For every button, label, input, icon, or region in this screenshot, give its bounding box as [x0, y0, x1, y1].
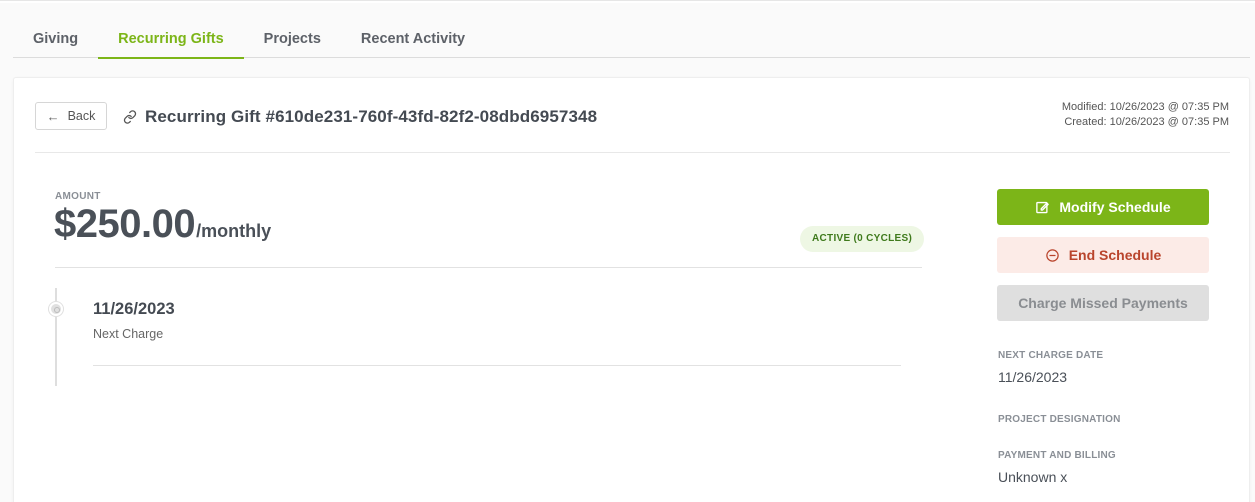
next-charge-date-label: NEXT CHARGE DATE [998, 350, 1104, 361]
charge-missed-payments-label: Charge Missed Payments [1018, 295, 1188, 311]
timeline-divider [93, 365, 901, 366]
top-border [0, 0, 1255, 3]
tab-recurring-gifts[interactable]: Recurring Gifts [98, 20, 244, 59]
next-charge-date: 11/26/2023 [93, 300, 175, 318]
minus-circle-icon [1045, 248, 1059, 262]
status-badge: ACTIVE (0 CYCLES) [800, 226, 925, 252]
next-charge-date-value: 11/26/2023 [998, 369, 1068, 385]
modified-timestamp: Modified: 10/26/2023 @ 07:35 PM [1061, 101, 1229, 113]
recurring-gift-card: ← Back Recurring Gift #610de231-760f-43f… [13, 77, 1250, 502]
tab-giving[interactable]: Giving [13, 20, 98, 58]
timestamps: Modified: 10/26/2023 @ 07:35 PM Created:… [1062, 100, 1229, 130]
tab-projects[interactable]: Projects [244, 20, 341, 58]
project-designation-label: PROJECT DESIGNATION [998, 414, 1121, 425]
arrow-left-icon: ← [46, 108, 60, 124]
back-button[interactable]: ← Back [35, 102, 107, 130]
tab-recent-activity[interactable]: Recent Activity [341, 20, 485, 58]
amount-value: $250.00 [54, 202, 196, 246]
amount-display: $250.00 /monthly [54, 202, 271, 247]
charge-missed-payments-button[interactable]: Charge Missed Payments [997, 285, 1209, 321]
amount-frequency: /monthly [196, 221, 272, 241]
tab-bar: Giving Recurring Gifts Projects Recent A… [13, 20, 1250, 59]
amount-label: AMOUNT [55, 191, 101, 202]
timeline-dot-icon [49, 302, 63, 316]
payment-billing-value: Unknown x [998, 469, 1068, 485]
modify-schedule-label: Modify Schedule [1059, 199, 1171, 215]
created-timestamp: Created: 10/26/2023 @ 07:35 PM [1064, 116, 1229, 128]
page-header: Recurring Gift #610de231-760f-43fd-82f2-… [123, 107, 597, 127]
end-schedule-label: End Schedule [1068, 247, 1162, 263]
payment-billing-label: PAYMENT AND BILLING [998, 450, 1116, 461]
back-label: Back [67, 109, 96, 123]
header-divider [35, 152, 1230, 153]
link-icon[interactable] [123, 110, 137, 124]
end-schedule-button[interactable]: End Schedule [997, 237, 1209, 273]
amount-divider [55, 267, 922, 268]
modify-schedule-button[interactable]: Modify Schedule [997, 189, 1209, 225]
next-charge-label: Next Charge [93, 327, 164, 341]
edit-icon [1036, 201, 1050, 213]
page-title: Recurring Gift #610de231-760f-43fd-82f2-… [145, 107, 598, 126]
